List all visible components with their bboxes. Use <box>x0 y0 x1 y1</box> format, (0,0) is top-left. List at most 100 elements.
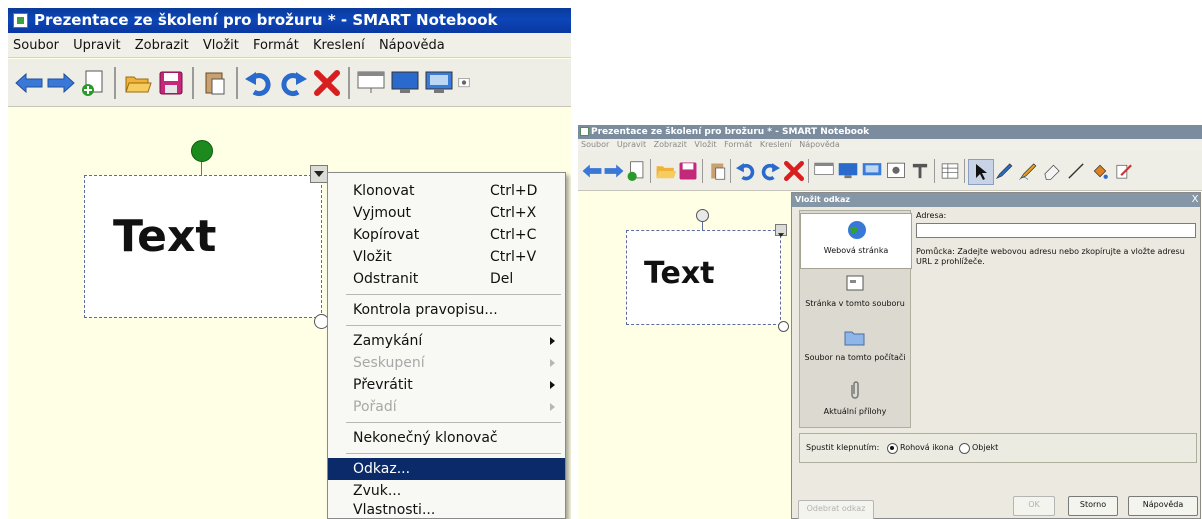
submenu-arrow-icon <box>550 337 555 345</box>
submenu-arrow-icon <box>550 359 555 367</box>
folder-icon <box>844 331 865 346</box>
pen-icon[interactable] <box>992 159 1016 183</box>
forward-arrow-icon[interactable] <box>46 68 76 98</box>
link-type-attachments[interactable]: Aktuální přílohy <box>800 377 910 431</box>
table-icon[interactable] <box>938 159 962 183</box>
menu-item-nekonecny-klonovac[interactable]: Nekonečný klonovač <box>328 427 565 449</box>
menu-upravit[interactable]: Upravit <box>73 33 120 58</box>
radio-corner-icon[interactable] <box>887 443 898 454</box>
paste-icon[interactable] <box>200 68 230 98</box>
menu-napoveda[interactable]: Nápověda <box>799 139 840 151</box>
left-screenshot: Prezentace ze školení pro brožuru * - SM… <box>8 8 571 519</box>
link-type-page-in-file[interactable]: Stránka v tomto souboru <box>800 269 910 323</box>
address-label: Adresa: <box>916 211 947 220</box>
delete-x-icon[interactable] <box>782 159 806 183</box>
menu-format[interactable]: Formát <box>253 33 299 58</box>
undo-icon[interactable] <box>244 68 274 98</box>
full-screen-icon[interactable] <box>860 159 884 183</box>
menu-item-zvuk[interactable]: Zvuk... <box>328 480 565 502</box>
ok-button: OK <box>1013 496 1055 516</box>
menu-item-klonovat[interactable]: Klonovat Ctrl+D <box>328 180 565 202</box>
menu-format[interactable]: Formát <box>724 139 752 151</box>
screen-shade-icon[interactable] <box>356 68 386 98</box>
line-icon[interactable] <box>1064 159 1088 183</box>
select-arrow-icon[interactable] <box>968 159 994 185</box>
menu-item-odkaz[interactable]: Odkaz... <box>328 458 565 480</box>
menu-item-odstranit[interactable]: Odstranit Del <box>328 268 565 290</box>
paste-icon[interactable] <box>706 159 730 183</box>
redo-icon[interactable] <box>278 68 308 98</box>
display-icon[interactable] <box>390 68 420 98</box>
menu-soubor[interactable]: Soubor <box>13 33 59 58</box>
address-input[interactable] <box>916 223 1196 238</box>
app-icon <box>580 127 589 136</box>
open-folder-icon[interactable] <box>123 68 153 98</box>
eraser-icon[interactable] <box>1040 159 1064 183</box>
back-arrow-icon[interactable] <box>580 159 604 183</box>
undo-icon[interactable] <box>734 159 758 183</box>
radio-object[interactable] <box>959 443 970 454</box>
context-menu: Klonovat Ctrl+D Vyjmout Ctrl+X Kopírovat Ct… <box>327 172 566 519</box>
open-folder-icon[interactable] <box>654 159 678 183</box>
link-type-label: Stránka v tomto souboru <box>805 299 905 308</box>
object-menu-button[interactable] <box>310 165 328 183</box>
link-type-web-page[interactable]: Webová stránka <box>800 213 912 269</box>
resize-handle[interactable] <box>778 321 789 332</box>
cancel-button[interactable]: Storno <box>1068 496 1118 516</box>
menu-item-kopirovat[interactable]: Kopírovat Ctrl+C <box>328 224 565 246</box>
add-page-icon[interactable] <box>78 68 108 98</box>
capture-icon[interactable] <box>458 68 470 98</box>
menu-napoveda[interactable]: Nápověda <box>379 33 445 58</box>
menu-item-poradi: Pořadí <box>328 396 565 418</box>
document-camera-icon[interactable] <box>908 159 932 183</box>
display-icon[interactable] <box>836 159 860 183</box>
menu-upravit[interactable]: Upravit <box>617 139 646 151</box>
rotate-handle[interactable] <box>191 140 213 162</box>
creative-pen-icon[interactable] <box>1016 159 1040 183</box>
properties-pen-icon[interactable] <box>1112 159 1136 183</box>
fill-icon[interactable] <box>1088 159 1112 183</box>
menu-vlozit[interactable]: Vložit <box>203 33 239 58</box>
save-disk-icon[interactable] <box>156 68 186 98</box>
hint-text: Pomůcka: Zadejte webovou adresu nebo zko… <box>916 247 1185 266</box>
rotate-connector <box>201 161 202 176</box>
window-title: Prezentace ze školení pro brožuru * - SM… <box>8 8 571 33</box>
menu-kresleni[interactable]: Kreslení <box>313 33 365 58</box>
redo-icon[interactable] <box>758 159 782 183</box>
menu-zobrazit[interactable]: Zobrazit <box>135 33 189 58</box>
capture-icon[interactable] <box>884 159 908 183</box>
menu-soubor[interactable]: Soubor <box>581 139 609 151</box>
text-object-content: Text <box>113 211 217 262</box>
menu-item-kontrola-pravopisu[interactable]: Kontrola pravopisu... <box>328 299 565 321</box>
close-icon[interactable]: X <box>1190 193 1200 207</box>
run-on-click-label: Spustit klepnutím: <box>806 443 880 452</box>
screen-shade-icon[interactable] <box>812 159 836 183</box>
radio-corner-icon-label: Rohová ikona <box>900 443 954 452</box>
menu-bar: Soubor Upravit Zobrazit Vložit Formát Kr… <box>578 139 1202 151</box>
menu-item-prevratit[interactable]: Převrátit <box>328 374 565 396</box>
object-menu-button[interactable] <box>775 224 787 237</box>
delete-x-icon[interactable] <box>312 68 342 98</box>
menu-kresleni[interactable]: Kreslení <box>760 139 792 151</box>
full-screen-icon[interactable] <box>424 68 454 98</box>
text-object-content: Text <box>644 256 715 291</box>
window-title: Prezentace ze školení pro brožuru * - SM… <box>578 125 1202 139</box>
link-type-file-on-computer[interactable]: Soubor na tomto počítači <box>800 323 910 377</box>
forward-arrow-icon[interactable] <box>602 159 626 183</box>
menu-item-vlozit[interactable]: Vložit Ctrl+V <box>328 246 565 268</box>
menu-zobrazit[interactable]: Zobrazit <box>654 139 687 151</box>
right-screenshot: Prezentace ze školení pro brožuru * - SM… <box>578 125 1202 519</box>
menu-item-vlastnosti[interactable]: Vlastnosti... <box>328 502 565 518</box>
menu-item-zamykani[interactable]: Zamykání <box>328 330 565 352</box>
submenu-arrow-icon <box>550 403 555 411</box>
menu-vlozit[interactable]: Vložit <box>694 139 716 151</box>
help-button[interactable]: Nápověda <box>1128 496 1198 516</box>
save-disk-icon[interactable] <box>676 159 700 183</box>
remove-link-button: Odebrat odkaz <box>798 500 874 519</box>
add-page-icon[interactable] <box>624 159 648 183</box>
back-arrow-icon[interactable] <box>14 68 44 98</box>
dialog-title: Vložit odkaz <box>792 193 1200 207</box>
rotate-handle[interactable] <box>696 209 709 222</box>
menu-item-vyjmout[interactable]: Vyjmout Ctrl+X <box>328 202 565 224</box>
radio-object-label: Objekt <box>972 443 999 452</box>
